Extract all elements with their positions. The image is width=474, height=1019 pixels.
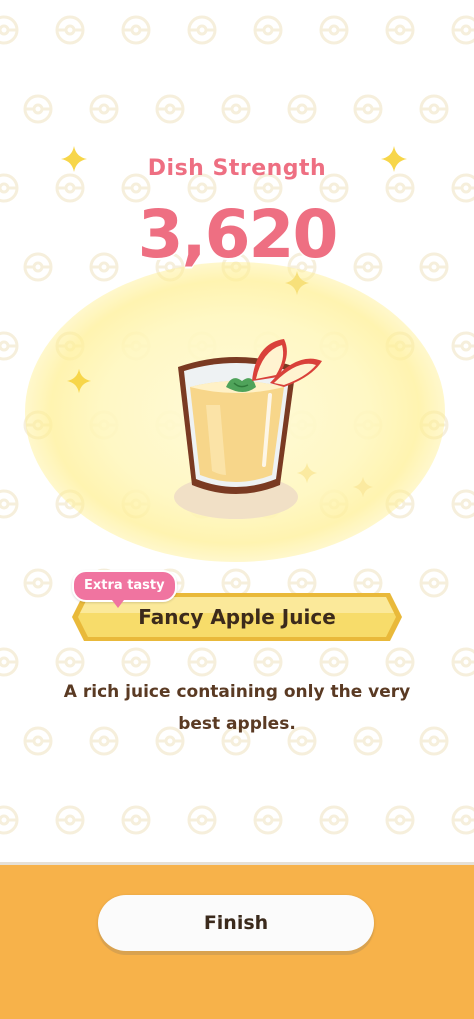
sparkle-icon: [66, 368, 92, 394]
dish-description: A rich juice containing only the very be…: [63, 682, 411, 734]
extra-tasty-badge: Extra tasty: [72, 570, 177, 608]
sparkle-icon: [352, 476, 374, 498]
dish-strength-value: 3,620: [137, 196, 339, 273]
finish-button[interactable]: Finish: [98, 895, 374, 951]
sparkle-icon: [284, 270, 310, 296]
apple-juice-glass-icon: [174, 339, 322, 519]
dish-strength-label: Dish Strength: [147, 156, 327, 181]
